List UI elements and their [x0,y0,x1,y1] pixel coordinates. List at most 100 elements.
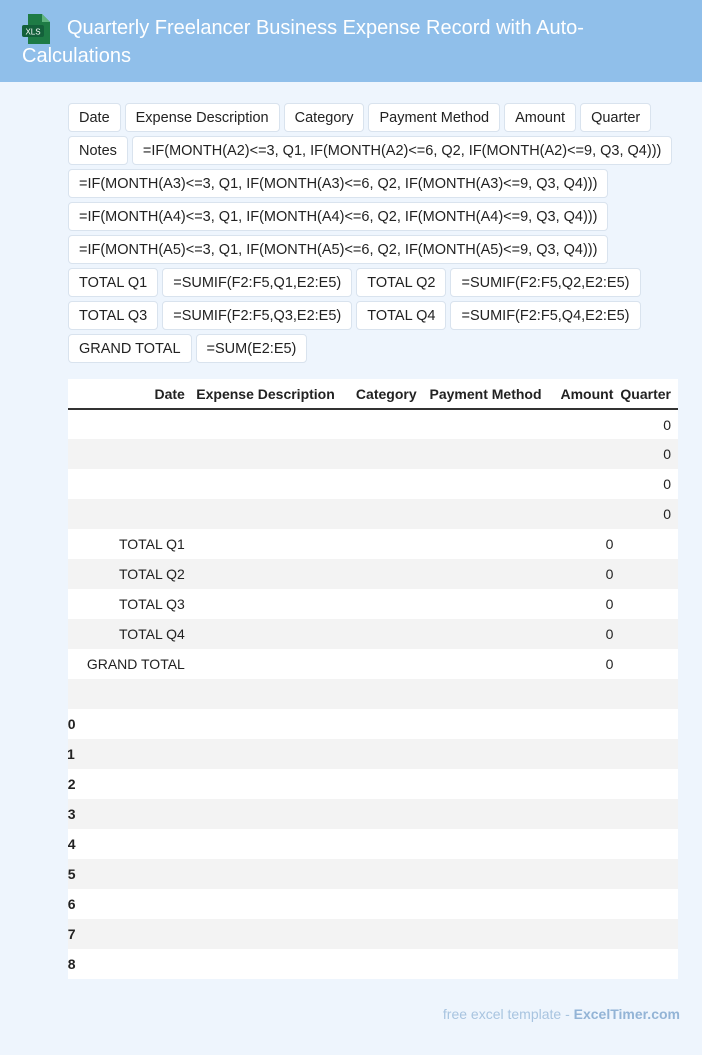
table-cell[interactable] [191,769,342,799]
table-cell[interactable] [423,529,549,559]
tag-chip[interactable]: =SUMIF(F2:F5,Q3,E2:E5) [162,301,353,330]
table-cell[interactable] [620,919,678,949]
table-cell[interactable] [191,889,342,919]
table-cell[interactable] [341,919,424,949]
tag-chip[interactable]: =SUMIF(F2:F5,Q2,E2:E5) [450,268,641,297]
table-cell[interactable] [341,859,424,889]
table-cell[interactable]: GRAND TOTAL [75,649,192,679]
table-cell[interactable] [620,799,678,829]
table-cell[interactable] [341,829,424,859]
table-cell[interactable] [191,859,342,889]
table-cell[interactable] [548,799,621,829]
table-cell[interactable]: 0 [548,649,621,679]
table-cell[interactable] [75,679,192,709]
table-cell[interactable] [75,859,192,889]
table-cell[interactable]: 0 [620,409,678,439]
table-cell[interactable] [341,559,424,589]
tag-chip[interactable]: Category [283,103,365,132]
table-cell[interactable] [620,619,678,649]
table-cell[interactable] [548,769,621,799]
tag-chip[interactable]: Payment Method [368,103,501,132]
table-cell[interactable]: 0 [548,529,621,559]
tag-chip[interactable]: =SUMIF(F2:F5,Q4,E2:E5) [450,301,641,330]
table-cell[interactable] [191,559,342,589]
table-cell[interactable] [548,889,621,919]
table-cell[interactable] [75,409,192,439]
table-cell[interactable] [548,439,621,469]
table-cell[interactable]: 0 [548,589,621,619]
table-cell[interactable] [191,649,342,679]
table-cell[interactable]: 0 [548,559,621,589]
table-cell[interactable] [191,919,342,949]
table-cell[interactable] [423,439,549,469]
tag-chip[interactable]: Amount [504,103,577,132]
tag-chip[interactable]: Expense Description [124,103,280,132]
table-cell[interactable]: 0 [620,469,678,499]
table-cell[interactable] [548,499,621,529]
footer-brand-link[interactable]: ExcelTimer.com [574,1006,680,1022]
table-cell[interactable] [548,919,621,949]
table-cell[interactable] [423,739,549,769]
table-cell[interactable] [423,829,549,859]
tag-chip[interactable]: =IF(MONTH(A5)<=3, Q1, IF(MONTH(A5)<=6, Q… [68,235,609,264]
table-cell[interactable] [75,709,192,739]
table-cell[interactable] [423,619,549,649]
table-cell[interactable] [75,739,192,769]
table-cell[interactable]: 0 [620,439,678,469]
table-cell[interactable] [620,859,678,889]
table-cell[interactable] [423,499,549,529]
table-cell[interactable]: TOTAL Q4 [75,619,192,649]
table-cell[interactable] [423,919,549,949]
table-cell[interactable] [191,469,342,499]
table-cell[interactable] [620,889,678,919]
table-cell[interactable] [75,439,192,469]
table-cell[interactable] [341,439,424,469]
table-cell[interactable] [341,679,424,709]
tag-chip[interactable]: TOTAL Q1 [68,268,159,297]
table-cell[interactable] [423,799,549,829]
tag-chip[interactable]: GRAND TOTAL [68,334,192,363]
table-cell[interactable] [548,949,621,979]
table-cell[interactable] [620,529,678,559]
table-cell[interactable] [191,829,342,859]
tag-chip[interactable]: =SUM(E2:E5) [195,334,308,363]
table-cell[interactable] [548,829,621,859]
table-cell[interactable] [75,769,192,799]
table-cell[interactable] [548,409,621,439]
table-cell[interactable] [423,649,549,679]
table-cell[interactable] [423,859,549,889]
table-cell[interactable] [75,499,192,529]
table-cell[interactable] [548,859,621,889]
table-cell[interactable] [341,799,424,829]
table-cell[interactable] [548,709,621,739]
table-cell[interactable] [423,949,549,979]
tag-chip[interactable]: TOTAL Q4 [356,301,447,330]
tag-chip[interactable]: =IF(MONTH(A2)<=3, Q1, IF(MONTH(A2)<=6, Q… [131,136,673,165]
table-cell[interactable] [341,499,424,529]
table-cell[interactable] [423,889,549,919]
table-cell[interactable] [548,469,621,499]
tag-chip[interactable]: =IF(MONTH(A3)<=3, Q1, IF(MONTH(A3)<=6, Q… [68,169,609,198]
table-cell[interactable] [75,469,192,499]
table-cell[interactable] [548,679,621,709]
tag-chip[interactable]: TOTAL Q3 [68,301,159,330]
table-cell[interactable]: 0 [548,619,621,649]
table-cell[interactable] [341,769,424,799]
table-cell[interactable]: TOTAL Q2 [75,559,192,589]
table-cell[interactable] [423,679,549,709]
table-cell[interactable] [341,469,424,499]
table-cell[interactable] [191,709,342,739]
table-cell[interactable] [341,529,424,559]
tag-chip[interactable]: TOTAL Q2 [356,268,447,297]
table-cell[interactable] [75,949,192,979]
table-cell[interactable] [423,589,549,619]
table-cell[interactable] [620,679,678,709]
tag-chip[interactable]: Notes [68,136,128,165]
table-cell[interactable]: TOTAL Q3 [75,589,192,619]
table-cell[interactable] [341,649,424,679]
tag-chip[interactable]: Quarter [580,103,652,132]
table-cell[interactable] [191,739,342,769]
tag-chip[interactable]: =IF(MONTH(A4)<=3, Q1, IF(MONTH(A4)<=6, Q… [68,202,609,231]
tag-chip[interactable]: Date [68,103,121,132]
table-cell[interactable] [191,529,342,559]
